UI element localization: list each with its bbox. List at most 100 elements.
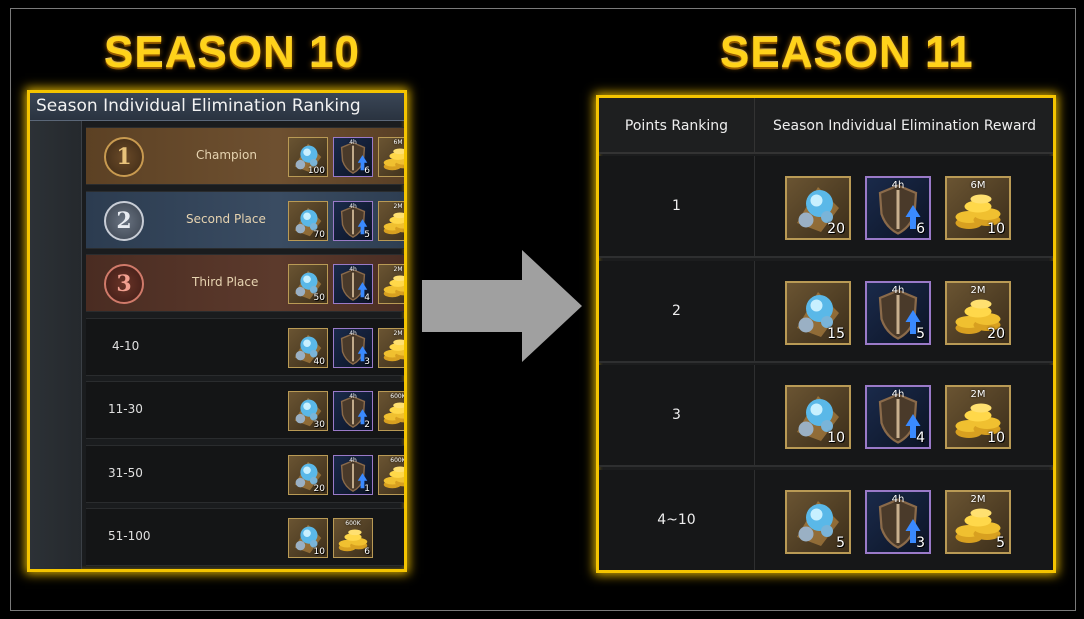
item-quantity: 10	[313, 547, 325, 557]
reward-item[interactable]: 4h 3	[865, 489, 931, 554]
reward-item[interactable]: 6M 10	[945, 176, 1011, 240]
item-quantity: 10	[404, 420, 405, 430]
rank-label: Third Place	[192, 275, 259, 289]
item-quantity: 50	[313, 293, 325, 303]
item-tag: 4h	[349, 393, 357, 400]
rank-label: 51-100	[108, 529, 151, 543]
reward-item[interactable]: 30	[288, 391, 328, 431]
reward-item[interactable]: 100	[288, 137, 328, 177]
reward-item[interactable]: 4h 6	[333, 137, 373, 177]
ranking-row: 3 Third Place 50 4h 4 2M 10	[86, 254, 404, 312]
rank-label: 11-30	[108, 402, 143, 416]
table-row: 1 20 4h 6 6M 10	[599, 156, 1053, 258]
reward-item[interactable]: 4h 3	[333, 327, 373, 368]
sidebar	[30, 121, 82, 569]
reward-items: 10 4h 4 2M 10	[785, 385, 1011, 449]
reward-item[interactable]: 15	[785, 280, 851, 345]
rank-medal-icon: 2	[104, 200, 144, 241]
reward-item[interactable]: 10	[288, 518, 328, 558]
item-quantity: 10	[987, 221, 1005, 237]
item-quantity: 10	[404, 293, 405, 303]
reward-item[interactable]: 600K8	[378, 454, 406, 495]
item-tag: 4h	[349, 266, 357, 273]
reward-item[interactable]: 4h 2	[333, 391, 373, 431]
item-tag: 2M	[393, 202, 403, 210]
reward-item[interactable]: 10	[785, 385, 851, 449]
reward-item[interactable]: 2M 10	[378, 264, 405, 304]
reward-items: 20 4h 6 6M 10	[785, 176, 1011, 240]
rank-cell: 1	[599, 156, 755, 256]
reward-item[interactable]: 2M5	[378, 327, 404, 368]
reward-items: 70 4h 5 2M 20	[288, 200, 405, 241]
rank-cell: 3	[599, 365, 755, 465]
reward-item[interactable]: 50	[288, 264, 328, 304]
reward-item[interactable]: 600K 6	[333, 518, 373, 558]
reward-items: 50 4h 4 2M 10	[288, 264, 405, 304]
reward-item[interactable]: 2M5	[945, 489, 1011, 554]
reward-item[interactable]: 20	[785, 176, 851, 240]
ranking-row: 4-10 40 4h 3 2M5	[86, 317, 404, 376]
item-quantity: 20	[827, 221, 845, 237]
item-tag: 2M	[970, 389, 986, 400]
item-tag: 6M	[970, 180, 986, 191]
item-quantity: 30	[313, 420, 325, 430]
rank-label: Second Place	[186, 211, 266, 226]
reward-item[interactable]: 4h 4	[865, 385, 931, 449]
rank-medal-icon: 3	[104, 264, 144, 304]
item-quantity: 100	[307, 166, 325, 176]
ranking-row: 2 Second Place 70 4h 5 2M 20	[86, 190, 405, 249]
item-quantity: 20	[404, 230, 405, 240]
ranking-row: 31-50 20 4h 1 600K8	[86, 444, 406, 503]
season-11-title: SEASON 11	[720, 28, 974, 77]
rank-cell: 2	[599, 260, 755, 361]
ranking-row: 51-100 10 600K 6	[86, 508, 404, 566]
reward-items: 10 600K 6	[288, 518, 373, 558]
reward-item[interactable]: 40	[288, 327, 328, 368]
item-tag: 4h	[349, 202, 357, 210]
column-header-reward: Season Individual Elimination Reward	[773, 118, 1036, 134]
item-quantity: 4	[916, 430, 925, 446]
item-quantity: 20	[313, 483, 325, 494]
item-tag: 4h	[891, 284, 905, 296]
reward-item[interactable]: 600K 10	[378, 391, 405, 431]
reward-items: 20 4h 1 600K8	[288, 454, 406, 495]
item-tag: 4h	[891, 389, 905, 400]
item-quantity: 70	[313, 229, 325, 240]
rank-label: Champion	[196, 148, 257, 162]
item-quantity: 6	[916, 221, 925, 237]
reward-item[interactable]: 2M 20	[945, 280, 1011, 345]
item-tag: 4h	[349, 139, 357, 146]
reward-item[interactable]: 4h 5	[333, 200, 373, 241]
item-quantity: 10	[827, 430, 845, 446]
ranking-row: 11-30 30 4h 2 600K 10	[86, 381, 404, 439]
reward-item[interactable]: 4h 4	[333, 264, 373, 304]
item-quantity: 10	[404, 166, 405, 176]
reward-item[interactable]: 5	[785, 489, 851, 554]
table-row: 3 10 4h 4 2M 10	[599, 365, 1053, 467]
item-quantity: 15	[827, 325, 845, 342]
rank-label: 31-50	[108, 465, 143, 480]
reward-item[interactable]: 4h 1	[333, 454, 373, 495]
item-tag: 2M	[393, 329, 403, 337]
reward-item[interactable]: 20	[288, 454, 328, 495]
reward-item[interactable]: 4h 5	[865, 280, 931, 345]
reward-item[interactable]: 70	[288, 200, 328, 241]
item-tag: 2M	[393, 266, 403, 273]
item-quantity: 40	[313, 356, 325, 367]
reward-items: 5 4h 3 2M 5	[785, 489, 1011, 554]
item-tag: 600K	[390, 456, 406, 464]
reward-items: 100 4h 6 6M 10	[288, 137, 405, 177]
reward-item[interactable]: 2M 10	[945, 385, 1011, 449]
item-tag: 6M	[393, 139, 403, 146]
item-quantity: 1	[364, 483, 370, 494]
item-quantity: 5	[996, 534, 1005, 551]
panel-header-title: Season Individual Elimination Ranking	[36, 96, 361, 116]
reward-items: 30 4h 2 600K 10	[288, 391, 405, 431]
reward-item[interactable]: 2M 20	[378, 200, 405, 241]
reward-item[interactable]: 4h 6	[865, 176, 931, 240]
rank-label: 4-10	[112, 338, 140, 353]
right-arrow-icon	[422, 250, 582, 362]
item-quantity: 3	[364, 356, 370, 367]
rank-cell: 4~10	[599, 469, 755, 570]
reward-item[interactable]: 6M 10	[378, 137, 405, 177]
